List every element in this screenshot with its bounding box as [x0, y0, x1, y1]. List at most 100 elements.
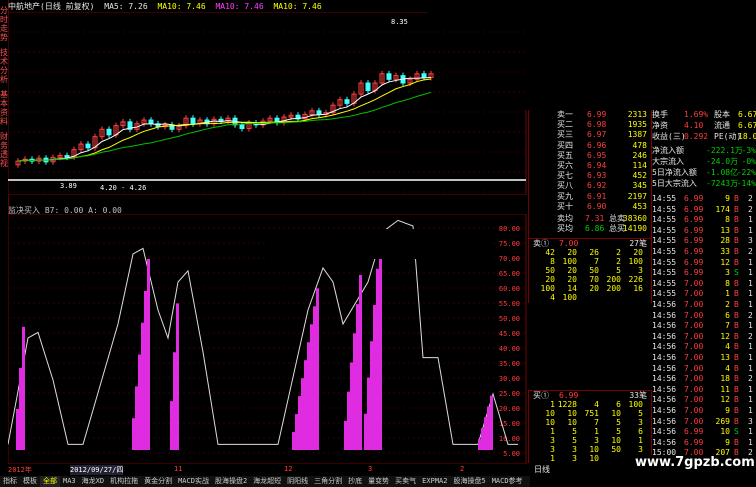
tick-dir: B	[734, 342, 739, 352]
indicator-tab[interactable]: 量变势	[365, 476, 392, 487]
sidebar-tab-char: 技	[0, 48, 8, 57]
tick-price: 7.00	[684, 289, 704, 299]
indicator-bar	[173, 352, 176, 450]
queue-cell: 100	[540, 284, 555, 293]
candle-body	[106, 128, 112, 136]
stat-key: 收益(三)	[652, 132, 686, 141]
tick-vol: 2	[725, 300, 730, 309]
queue-row: 4 100	[529, 293, 651, 302]
tick-price: 6.99	[684, 427, 704, 437]
queue-cell: 1	[550, 427, 555, 436]
candle-body	[386, 73, 392, 80]
queue-cell: 5	[616, 427, 621, 436]
indicator-tab[interactable]: 阴阳线	[284, 476, 311, 487]
flow-key: 净流入额	[652, 146, 684, 155]
queue-cell: 3	[594, 436, 599, 445]
tick-dir: B	[734, 278, 739, 288]
tick-row: 14:55 6.99 12 B 1	[650, 258, 756, 267]
queue-row: 20 20 70 200 226	[529, 275, 651, 284]
flow-pct: -3%	[741, 146, 756, 155]
avg-row: 买均 6.86 总买 14190	[529, 224, 651, 233]
order-ladder: 卖一 6.99 2313 买二 6.98 1935 买三 6.97 1387 买四 6.96 478 买…	[528, 110, 652, 238]
indicator-tab[interactable]: 机构拉拖	[107, 476, 141, 487]
ladder-price: 6.96	[587, 140, 607, 150]
sidebar-tab-char: 基	[0, 90, 8, 99]
indicator-tab[interactable]: MA3	[60, 476, 79, 487]
tick-vol: 9	[725, 194, 730, 203]
candle-body	[316, 110, 322, 115]
date-c: 11	[174, 465, 183, 473]
indicator-bar	[295, 414, 298, 450]
indicator-tab[interactable]: EXPMA2	[419, 476, 450, 487]
queue-cell: 2	[616, 257, 621, 266]
queue-row: 100 14 20 200 16	[529, 284, 651, 293]
tick-dir: B	[734, 225, 739, 235]
tick-time: 14:55	[652, 289, 677, 299]
ladder-price: 6.92	[587, 181, 607, 191]
tick-row: 14:56 7.00 11 B 1	[650, 385, 756, 394]
indicator-tab[interactable]: MACD参考	[489, 476, 526, 487]
indicator-tab[interactable]: 抄底	[345, 476, 365, 487]
tick-row: 14:56 7.00 6 B 2	[650, 311, 756, 320]
indicator-tab[interactable]: 三角分割	[311, 476, 345, 487]
queue-header: 卖① 7.00 27笔	[529, 239, 651, 248]
tick-vol: 3	[725, 268, 730, 278]
indicator-tab[interactable]: 海龙超短	[250, 476, 284, 487]
indicator-bar	[350, 362, 353, 450]
queue-cell: 1	[550, 400, 555, 409]
queue-cell: 10	[567, 409, 577, 418]
sidebar-tab-char: 料	[0, 117, 8, 126]
indicator-tabs: 指标 模板 全部 MA3 海龙XD 机构拉拖 黄金分割 MACD实战 股海操盘2 海龙超短 阴阳线三…	[0, 476, 530, 487]
tick-count: 1	[748, 384, 753, 394]
indicator-tab[interactable]: 买卖气	[392, 476, 419, 487]
indicator-bar	[16, 408, 19, 450]
sidebar-tab[interactable]: 基本资料	[0, 90, 8, 126]
queue-cell: 5	[616, 418, 621, 427]
indicator-bar	[298, 396, 301, 450]
tick-dir: B	[734, 416, 739, 426]
indicator-bar	[144, 290, 147, 450]
tick-dir: B	[734, 257, 739, 267]
queue-cell: 100	[628, 400, 643, 409]
sidebar-tab[interactable]: 分时走势	[0, 6, 8, 42]
tick-count: 1	[748, 278, 753, 288]
candle-body	[421, 73, 427, 78]
date-axis: 2012年 2012/09/27/四 11 12 3 2	[8, 465, 526, 475]
indicator-tab[interactable]: 全部	[40, 476, 60, 487]
ind-axis-label: 75.00	[499, 240, 520, 248]
tick-time: 14:56	[652, 300, 677, 309]
queue-cell: 20	[589, 284, 599, 293]
avg-total-vol: 38360	[622, 214, 647, 223]
tick-dir: B	[734, 363, 739, 373]
indicator-tab[interactable]: 黄金分割	[141, 476, 175, 487]
queue-cell: 14	[567, 284, 577, 293]
indicator-tab[interactable]: 股海操盘2	[212, 476, 250, 487]
queue-row: 3 5 3 10 1	[529, 436, 651, 445]
ladder-row: 买二 6.98 1935	[529, 120, 651, 129]
indicator-tab[interactable]: 股海操盘5	[450, 476, 488, 487]
sidebar-tab-char: 资	[0, 108, 8, 117]
indicator-tab[interactable]: 模板	[20, 476, 40, 487]
queue-cell: 16	[633, 284, 643, 293]
quote-panel: 卖一 6.99 2313 买二 6.98 1935 买三 6.97 1387 买四 6.96 478 买…	[528, 110, 756, 463]
indicator-bar	[22, 326, 25, 450]
queue-cell: 3	[550, 445, 555, 454]
price-chart[interactable]: 8.35 4.20 - 4.26 3.89	[8, 12, 528, 195]
sidebar-tab[interactable]: 技术分析	[0, 48, 8, 84]
stat-value: 1.69%	[684, 110, 709, 119]
stat-value2: 6.67亿	[738, 110, 756, 119]
indicator-tab[interactable]: 指标	[0, 476, 20, 487]
sidebar-tab[interactable]: 财务透视	[0, 132, 8, 168]
period-label[interactable]: 日线	[534, 464, 550, 475]
tick-price: 6.99	[684, 247, 704, 256]
indicator-bar	[370, 341, 373, 450]
candle-body	[344, 99, 350, 104]
queue-cell: 70	[589, 275, 599, 284]
indicator-tab[interactable]: 海龙XD	[79, 476, 107, 487]
price-cover	[428, 12, 528, 110]
ind-axis-label: 10.00	[499, 435, 520, 443]
ind-axis-label: 70.00	[499, 255, 520, 263]
queue-row: 10 10 751 10 5	[529, 409, 651, 418]
indicator-tab[interactable]: MACD实战	[175, 476, 212, 487]
tick-dir: B	[734, 194, 739, 203]
